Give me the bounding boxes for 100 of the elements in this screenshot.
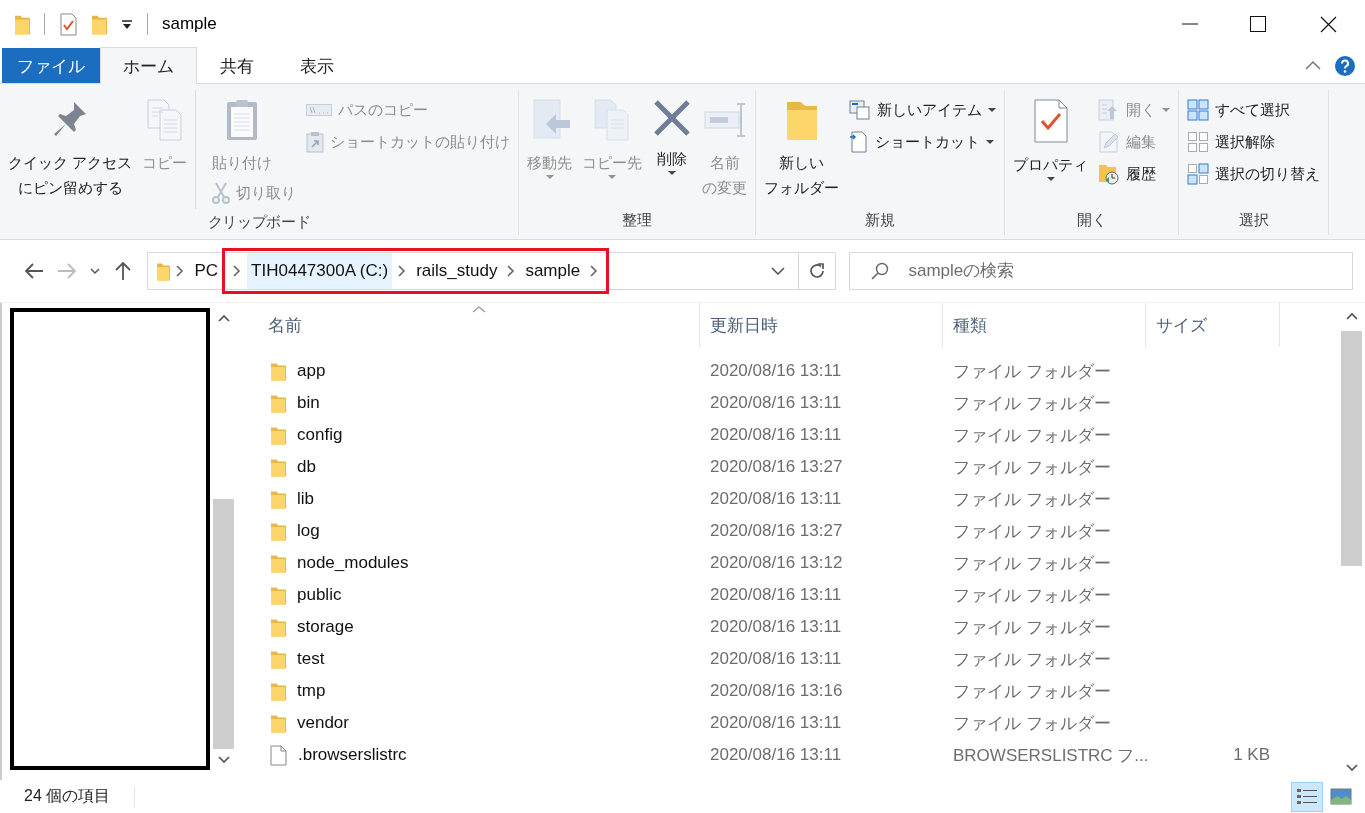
file-name[interactable]: bin xyxy=(297,393,320,413)
item-count: 24 個の項目 xyxy=(24,786,111,806)
breadcrumb-item[interactable]: sample xyxy=(521,253,585,289)
select-none-icon xyxy=(1187,131,1210,153)
folder-icon xyxy=(270,521,286,541)
dropdown-caret-icon[interactable] xyxy=(1046,177,1055,182)
ribbon-button[interactable]: ショートカット xyxy=(845,126,999,158)
ribbon-button[interactable]: 履歴 xyxy=(1094,158,1161,190)
chevron-down-icon xyxy=(90,267,101,275)
folder-icon xyxy=(270,393,286,413)
modified-date: 2020/08/16 13:11 xyxy=(710,425,842,444)
file-menu-tab[interactable]: ファイル xyxy=(2,48,100,83)
new-window-icon xyxy=(849,99,872,121)
ribbon-button[interactable]: 削除 xyxy=(648,94,697,178)
delete-x-icon xyxy=(652,98,693,138)
group-label: クリップボード xyxy=(207,212,311,232)
file-type: ファイル フォルダー xyxy=(953,617,1111,637)
file-name[interactable]: lib xyxy=(297,489,314,509)
dropdown-caret-icon[interactable] xyxy=(988,107,997,113)
folder-clock-icon xyxy=(1098,163,1121,185)
scroll-down-icon[interactable] xyxy=(217,755,230,764)
chevron-right-icon[interactable] xyxy=(176,265,185,277)
picture-icon xyxy=(1330,787,1352,806)
up-arrow-icon xyxy=(114,261,131,281)
sort-ascending-icon[interactable] xyxy=(472,306,486,313)
ribbon-button[interactable]: クイック アクセス にピン留めする xyxy=(4,94,137,202)
ribbon-button[interactable]: 選択の切り替え xyxy=(1183,158,1325,190)
scrollbar-thumb[interactable] xyxy=(1341,331,1362,566)
ribbon-button[interactable]: 選択解除 xyxy=(1183,126,1280,158)
ribbon-button[interactable]: プロパティ xyxy=(1009,94,1093,184)
file-name[interactable]: node_modules xyxy=(297,553,409,573)
file-name[interactable]: test xyxy=(297,649,325,669)
modified-date: 2020/08/16 13:11 xyxy=(710,361,842,380)
folder-icon xyxy=(270,361,286,381)
collapse-ribbon-icon[interactable] xyxy=(1305,59,1321,72)
column-header[interactable]: 種類 xyxy=(943,303,1146,347)
group-label: 整理 xyxy=(622,210,652,230)
modified-date: 2020/08/16 13:11 xyxy=(710,585,842,604)
folder-icon xyxy=(270,713,286,733)
invert-selection-icon xyxy=(1187,163,1210,185)
dropdown-caret-icon[interactable] xyxy=(668,171,677,176)
search-field[interactable]: sampleの検索 xyxy=(849,252,1353,290)
column-header[interactable]: 名前 xyxy=(240,303,700,347)
breadcrumb-item[interactable]: rails_study xyxy=(412,253,502,289)
file-type: ファイル フォルダー xyxy=(953,457,1111,477)
chevron-right-icon[interactable] xyxy=(233,265,242,277)
modified-date: 2020/08/16 13:11 xyxy=(710,393,842,412)
file-type: ファイル フォルダー xyxy=(953,649,1111,669)
scroll-down-icon[interactable] xyxy=(1345,762,1358,772)
file-name[interactable]: storage xyxy=(297,617,354,637)
file-name[interactable]: .browserslistrc xyxy=(298,745,407,765)
details-view-button[interactable] xyxy=(1291,781,1323,812)
refresh-icon xyxy=(809,263,826,279)
modified-date: 2020/08/16 13:11 xyxy=(710,745,842,764)
file-name[interactable]: config xyxy=(297,425,343,445)
file-type: BROWSERSLISTRC フ... xyxy=(953,745,1149,765)
group-label: 新規 xyxy=(865,210,895,230)
file-type: ファイル フォルダー xyxy=(953,425,1111,445)
file-type: ファイル フォルダー xyxy=(953,681,1111,701)
group-label: 選択 xyxy=(1238,210,1269,230)
column-header[interactable]: サイズ xyxy=(1146,303,1280,347)
folder-icon xyxy=(156,261,171,281)
chevron-right-icon[interactable] xyxy=(590,265,599,277)
ribbon-tab[interactable]: 共有 xyxy=(197,48,277,84)
back-arrow-icon xyxy=(25,263,45,279)
folder-icon xyxy=(270,425,286,445)
modified-date: 2020/08/16 13:11 xyxy=(710,617,842,636)
ribbon-button[interactable]: すべて選択 xyxy=(1183,94,1295,126)
ribbon-tab[interactable]: 表示 xyxy=(277,48,357,84)
modified-date: 2020/08/16 13:12 xyxy=(710,553,843,572)
breadcrumb-item[interactable]: TIH0447300A (C:) xyxy=(247,253,393,289)
dropdown-caret-icon[interactable] xyxy=(986,139,995,145)
chevron-right-icon[interactable] xyxy=(507,265,516,277)
file-name[interactable]: public xyxy=(297,585,342,605)
select-all-icon xyxy=(1187,99,1210,121)
file-name[interactable]: db xyxy=(297,457,316,477)
chevron-right-icon[interactable] xyxy=(398,265,407,277)
file-type: ファイル フォルダー xyxy=(953,393,1111,413)
ribbon-button[interactable]: 新しいアイテム xyxy=(845,94,1001,126)
ribbon-button[interactable]: 新しい フォルダー xyxy=(760,94,844,202)
ribbon-tab[interactable]: ホーム xyxy=(100,47,197,84)
dropdown-caret-icon[interactable] xyxy=(121,18,133,30)
column-header[interactable]: 更新日時 xyxy=(700,303,943,347)
file-type: ファイル フォルダー xyxy=(953,585,1111,605)
file-name[interactable]: app xyxy=(297,361,326,381)
maximize-icon xyxy=(1250,16,1266,32)
file-name[interactable]: vendor xyxy=(297,713,349,733)
refresh-button[interactable] xyxy=(799,252,837,290)
file-name[interactable]: tmp xyxy=(297,681,326,701)
help-icon[interactable] xyxy=(1335,55,1355,76)
scroll-up-icon[interactable] xyxy=(1345,311,1358,321)
chevron-down-icon xyxy=(771,267,786,275)
close-icon xyxy=(1320,15,1337,33)
breadcrumb-item[interactable]: PC xyxy=(190,253,223,289)
checkmark-document-icon[interactable] xyxy=(59,12,77,36)
document-arrow-icon xyxy=(849,131,870,153)
scroll-up-icon[interactable] xyxy=(217,314,230,323)
documents-icon xyxy=(144,98,185,142)
scrollbar-thumb[interactable] xyxy=(213,499,234,749)
file-name[interactable]: log xyxy=(297,521,320,541)
